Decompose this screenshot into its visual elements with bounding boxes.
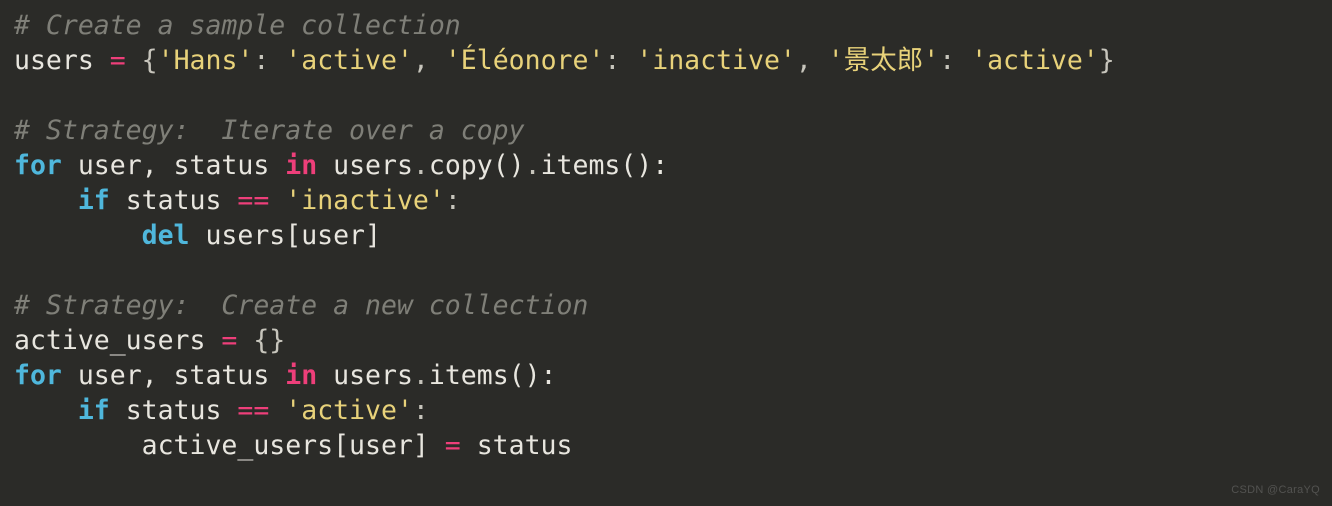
- code-text: active_users[user]: [14, 430, 445, 461]
- code-text: .: [413, 360, 429, 391]
- code-text: ==: [237, 185, 269, 216]
- code-text: in: [285, 360, 317, 391]
- code-text: user, status: [62, 150, 285, 181]
- code-text: =: [110, 45, 142, 76]
- code-text: copy(): [429, 150, 525, 181]
- comment: # Create a sample collection: [14, 10, 461, 41]
- code-text: 'Éléonore': [445, 45, 605, 76]
- code-text: items():: [541, 150, 669, 181]
- code-text: users[user]: [190, 220, 381, 251]
- code-text: active_users: [14, 325, 221, 356]
- code-text: users: [317, 150, 413, 181]
- code-text: items():: [429, 360, 557, 391]
- code-text: }: [1099, 45, 1115, 76]
- code-text: :: [253, 45, 285, 76]
- code-text: .: [413, 150, 429, 181]
- code-text: if: [78, 185, 110, 216]
- code-text: {: [142, 45, 158, 76]
- code-text: [269, 185, 285, 216]
- code-text: :: [939, 45, 971, 76]
- code-text: in: [285, 150, 317, 181]
- code-text: status: [110, 185, 238, 216]
- code-text: :: [413, 395, 429, 426]
- code-text: ==: [237, 395, 269, 426]
- code-text: del: [142, 220, 190, 251]
- code-text: :: [604, 45, 636, 76]
- code-text: [14, 220, 142, 251]
- code-text: 'active': [285, 395, 413, 426]
- code-text: {}: [253, 325, 285, 356]
- code-text: users: [14, 45, 110, 76]
- code-text: if: [78, 395, 110, 426]
- code-text: 'Hans': [158, 45, 254, 76]
- code-text: users: [317, 360, 413, 391]
- comment: # Strategy: Create a new collection: [14, 290, 588, 321]
- code-text: ,: [413, 45, 445, 76]
- code-text: status: [461, 430, 573, 461]
- code-text: '景太郎': [828, 45, 939, 76]
- code-text: status: [110, 395, 238, 426]
- comment: # Strategy: Iterate over a copy: [14, 115, 525, 146]
- code-text: :: [445, 185, 461, 216]
- code-text: [14, 395, 78, 426]
- code-text: =: [445, 430, 461, 461]
- code-text: [269, 395, 285, 426]
- code-text: user, status: [62, 360, 285, 391]
- code-block: # Create a sample collection users = {'H…: [0, 0, 1332, 471]
- code-text: 'inactive': [285, 185, 445, 216]
- code-text: 'active': [971, 45, 1099, 76]
- code-text: =: [221, 325, 253, 356]
- code-text: 'inactive': [636, 45, 796, 76]
- code-text: ,: [796, 45, 828, 76]
- code-text: for: [14, 150, 62, 181]
- code-text: for: [14, 360, 62, 391]
- watermark: CSDN @CaraYQ: [1231, 484, 1320, 496]
- code-text: .: [525, 150, 541, 181]
- code-text: [14, 185, 78, 216]
- code-text: 'active': [285, 45, 413, 76]
